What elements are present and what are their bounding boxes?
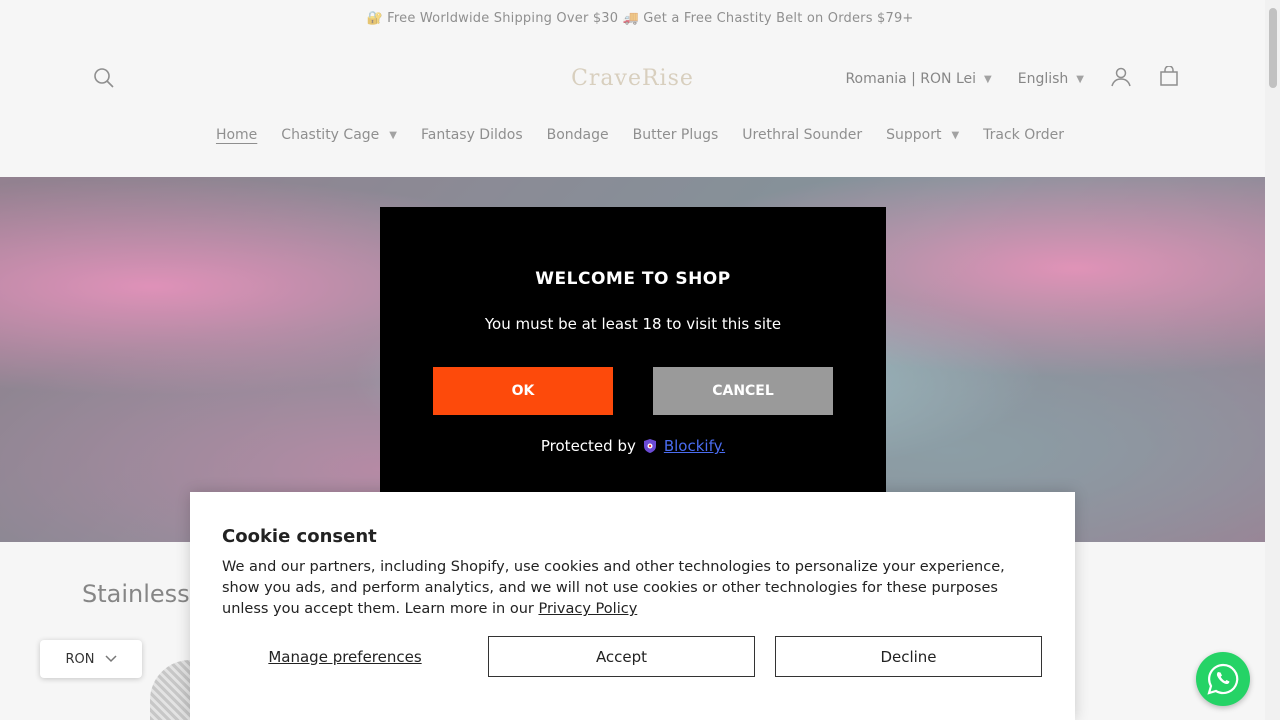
- blockify-link[interactable]: Blockify.: [664, 437, 725, 455]
- whatsapp-icon[interactable]: [1196, 652, 1250, 706]
- privacy-policy-link[interactable]: Privacy Policy: [538, 601, 637, 617]
- manage-preferences-link[interactable]: Manage preferences: [222, 648, 468, 666]
- page-scrollbar[interactable]: [1265, 0, 1280, 720]
- ok-button[interactable]: OK: [433, 367, 613, 415]
- cookie-consent-banner: Cookie consent We and our partners, incl…: [190, 492, 1075, 720]
- chevron-down-icon: [104, 652, 117, 667]
- cookie-text: We and our partners, including Shopify, …: [222, 559, 1005, 617]
- protected-by-label: Protected by: [540, 437, 636, 455]
- modal-message: You must be at least 18 to visit this si…: [484, 315, 782, 333]
- decline-button[interactable]: Decline: [775, 636, 1042, 677]
- cancel-button[interactable]: CANCEL: [653, 367, 833, 415]
- accept-button[interactable]: Accept: [488, 636, 755, 677]
- currency-code: RON: [65, 651, 95, 667]
- scrollbar-thumb[interactable]: [1269, 8, 1277, 88]
- age-verification-modal: WELCOME TO SHOP You must be at least 18 …: [380, 207, 886, 507]
- shield-icon: [642, 438, 658, 454]
- cookie-title: Cookie consent: [222, 526, 377, 547]
- protected-by: Protected by Blockify.: [380, 437, 886, 455]
- modal-title: WELCOME TO SHOP: [535, 269, 731, 289]
- currency-selector[interactable]: RON: [40, 640, 142, 678]
